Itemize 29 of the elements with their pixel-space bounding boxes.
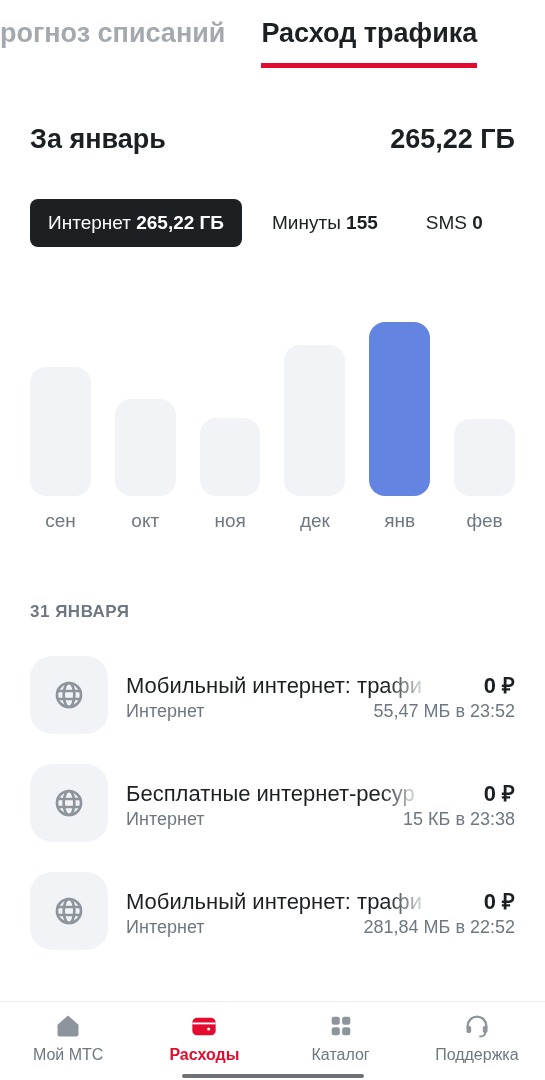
month-label: дек: [299, 510, 330, 532]
entry-amount: 0 ₽: [483, 887, 515, 915]
date-header: 31 ЯНВАРЯ: [29, 601, 131, 622]
globe-icon: [30, 872, 108, 950]
entry-category: Интернет: [126, 808, 205, 830]
month-label: окт: [131, 510, 160, 532]
entry-category: Интернет: [126, 700, 205, 722]
entry-detail: 281,84 МБ в 22:52: [363, 916, 515, 938]
period-title: За январь: [30, 124, 166, 155]
nav-item[interactable]: Каталог: [272, 1002, 409, 1080]
globe-icon: [30, 656, 108, 734]
entry-amount: 0 ₽: [483, 779, 515, 807]
filter-chip[interactable]: Минуты 155: [254, 199, 396, 247]
entry-amount: 0 ₽: [483, 671, 515, 699]
nav-item[interactable]: Поддержка: [408, 1002, 545, 1080]
month-label: янв: [384, 510, 416, 532]
filter-chip[interactable]: SMS 0: [407, 199, 501, 247]
month-label: фев: [466, 510, 503, 532]
globe-icon: [30, 764, 108, 842]
entry-detail: 15 КБ в 23:38: [403, 808, 515, 830]
filter-chip[interactable]: Интернет 265,22 ГБ: [30, 199, 242, 247]
month-label: сен: [45, 510, 76, 532]
month-bar[interactable]: [369, 322, 431, 496]
entry-detail: 55,47 МБ в 23:52: [373, 700, 515, 722]
month-label: ноя: [214, 510, 246, 532]
tab[interactable]: Расход трафика: [261, 16, 478, 68]
period-total: 265,22 ГБ: [390, 124, 515, 155]
entry-category: Интернет: [126, 916, 205, 938]
nav-item[interactable]: Мой МТС: [0, 1002, 137, 1080]
